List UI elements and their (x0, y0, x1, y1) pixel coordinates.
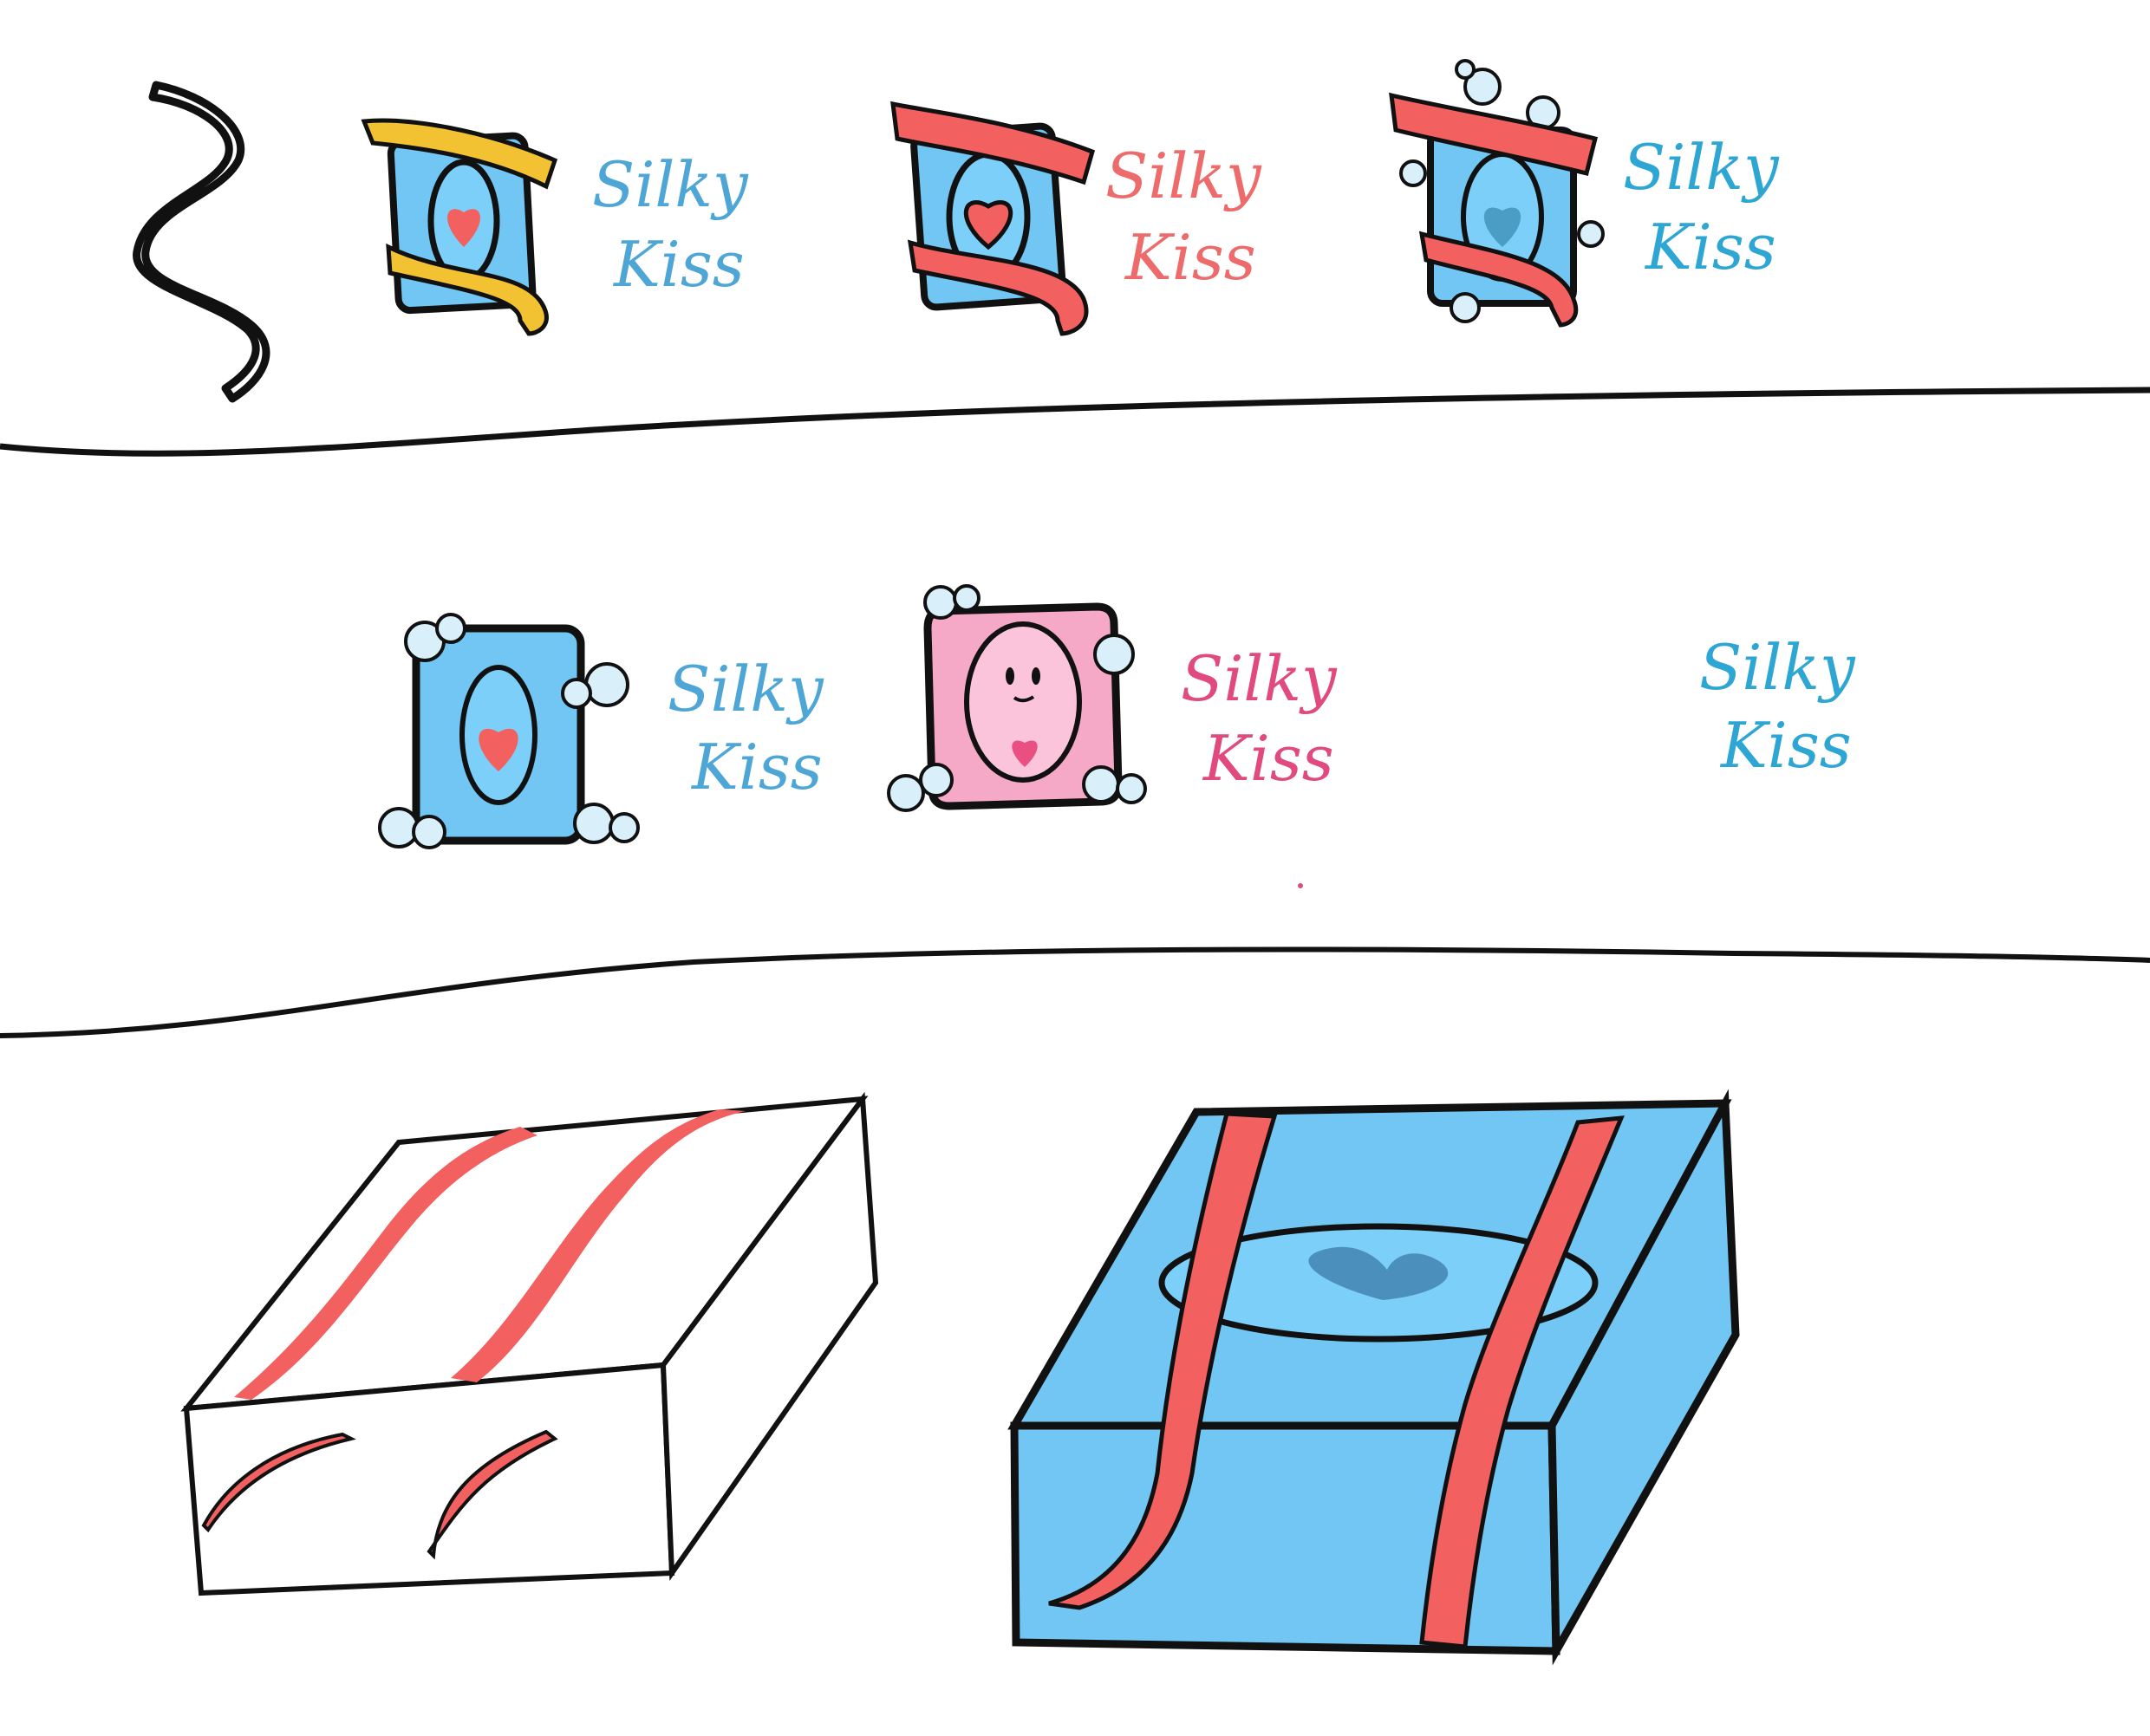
concept-sketch-sheet: Silky Kiss Silky Kiss Silky Kiss Silky K… (0, 59, 2150, 1666)
package-sketch-white (180, 1091, 879, 1596)
logo-f-name-line1: Silky (1699, 631, 1856, 704)
logo-d-icon (378, 613, 640, 849)
logo-a-icon (361, 118, 558, 336)
logo-d-name-line2: Kiss (690, 731, 823, 803)
section-divider (0, 387, 2150, 457)
logo-f-name-line2: Kiss (1719, 709, 1852, 782)
logo-c-name-line1: Silky (1623, 131, 1780, 204)
logo-b-name-line1: Silky (1105, 140, 1262, 212)
logo-b-name-line2: Kiss (1124, 221, 1256, 294)
ribbon-sketch (133, 81, 270, 403)
soap-sketch-blue (1007, 1089, 1740, 1666)
logo-a-name-line1: Silky (592, 148, 749, 221)
logo-e-icon (887, 584, 1147, 812)
logo-e-name-line1: Silky (1181, 642, 1338, 715)
logo-e-name-line2: Kiss (1202, 722, 1334, 795)
section-divider (0, 946, 2150, 1038)
logo-c-name-line2: Kiss (1644, 211, 1776, 283)
logo-b-icon (890, 101, 1096, 336)
logo-c-icon (1389, 59, 1605, 328)
logo-d-name-line1: Silky (668, 653, 824, 725)
ink-dot (1298, 883, 1303, 888)
logo-a-name-line2: Kiss (612, 228, 745, 301)
